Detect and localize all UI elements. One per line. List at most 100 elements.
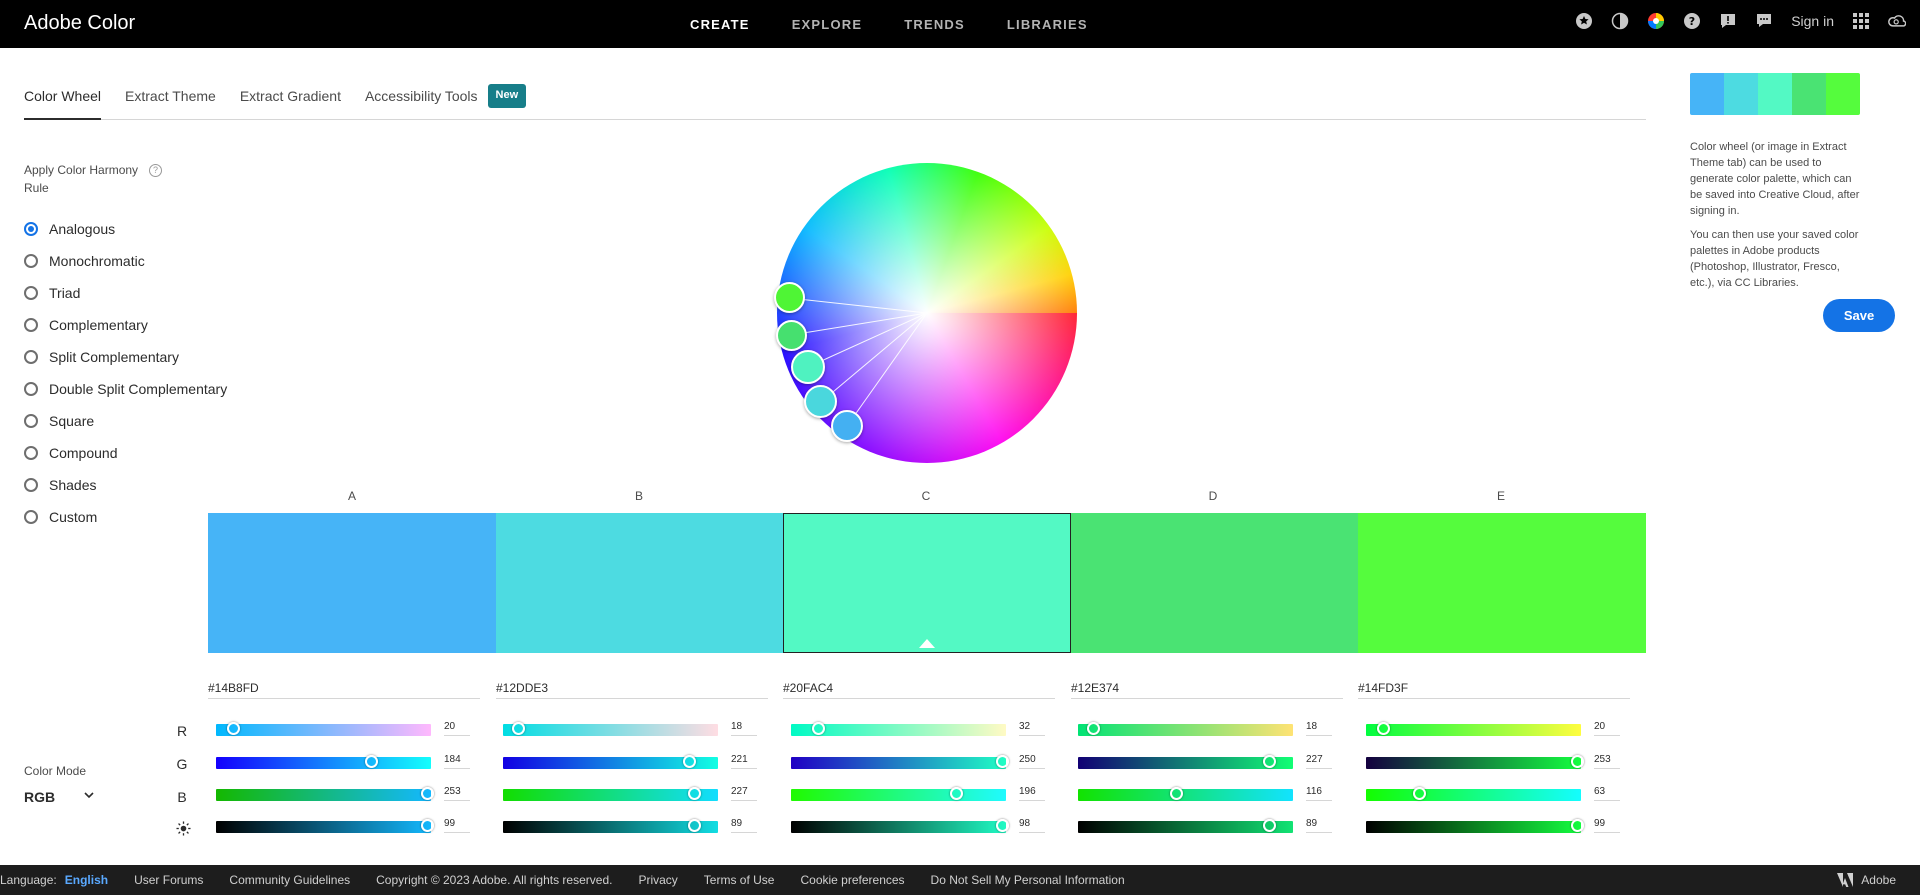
footer-link-terms[interactable]: Terms of Use xyxy=(704,873,775,887)
slider-handle-g-b[interactable] xyxy=(683,755,697,768)
feedback-icon[interactable] xyxy=(1719,12,1737,30)
slider-g-a[interactable] xyxy=(216,755,431,769)
slider-handle-g-c[interactable] xyxy=(995,755,1009,768)
radio[interactable] xyxy=(24,414,38,428)
footer-link-do-not-sell[interactable]: Do Not Sell My Personal Information xyxy=(931,873,1125,887)
slider-brightness-b[interactable] xyxy=(503,819,718,833)
slider-handle-brightness-e[interactable] xyxy=(1570,819,1584,832)
radio-selected[interactable] xyxy=(24,222,38,236)
value-b-d[interactable]: 116 xyxy=(1306,786,1332,801)
value-b-c[interactable]: 196 xyxy=(1019,786,1045,801)
wheel-handle-a[interactable] xyxy=(831,410,863,442)
slider-b-d[interactable] xyxy=(1078,787,1293,801)
value-brightness-b[interactable]: 89 xyxy=(731,818,757,833)
slider-r-e[interactable] xyxy=(1366,722,1581,736)
color-wheel[interactable] xyxy=(774,163,1077,463)
slider-handle-r-b[interactable] xyxy=(512,722,526,735)
slider-brightness-e[interactable] xyxy=(1366,819,1584,833)
rule-compound[interactable]: Compound xyxy=(24,437,227,469)
value-g-c[interactable]: 250 xyxy=(1019,754,1045,769)
radio[interactable] xyxy=(24,286,38,300)
slider-handle-b-a[interactable] xyxy=(420,787,434,800)
slider-handle-brightness-c[interactable] xyxy=(995,819,1009,832)
chat-icon[interactable] xyxy=(1755,12,1773,30)
rule-analogous[interactable]: Analogous xyxy=(24,213,227,245)
nav-libraries[interactable]: LIBRARIES xyxy=(1007,17,1088,32)
tab-extract-theme[interactable]: Extract Theme xyxy=(125,84,216,118)
wheel-handle-c[interactable] xyxy=(791,350,825,384)
radio[interactable] xyxy=(24,510,38,524)
slider-brightness-d[interactable] xyxy=(1078,819,1293,833)
footer-link-user-forums[interactable]: User Forums xyxy=(134,873,203,887)
swatch-c-selected[interactable] xyxy=(783,513,1071,653)
wheel-handle-e[interactable] xyxy=(774,282,805,313)
hex-input-e[interactable]: #14FD3F xyxy=(1358,681,1630,699)
nav-explore[interactable]: EXPLORE xyxy=(792,17,863,32)
color-mode-select[interactable]: RGB xyxy=(24,789,55,805)
slider-handle-g-e[interactable] xyxy=(1570,755,1584,768)
slider-handle-b-e[interactable] xyxy=(1413,787,1427,800)
value-r-a[interactable]: 20 xyxy=(444,721,470,736)
value-r-e[interactable]: 20 xyxy=(1594,721,1620,736)
slider-g-d[interactable] xyxy=(1078,755,1293,769)
slider-r-c[interactable] xyxy=(791,722,1006,736)
radio[interactable] xyxy=(24,382,38,396)
slider-brightness-c[interactable] xyxy=(791,819,1009,833)
slider-handle-b-c[interactable] xyxy=(950,787,964,800)
brand-title[interactable]: Adobe Color xyxy=(24,12,135,35)
radio[interactable] xyxy=(24,446,38,460)
sign-in-link[interactable]: Sign in xyxy=(1791,13,1834,29)
slider-b-b[interactable] xyxy=(503,787,718,801)
slider-handle-brightness-b[interactable] xyxy=(688,819,702,832)
value-g-b[interactable]: 221 xyxy=(731,754,757,769)
slider-handle-brightness-a[interactable] xyxy=(420,819,434,832)
value-g-d[interactable]: 227 xyxy=(1306,754,1332,769)
color-wheel-icon[interactable] xyxy=(1647,12,1665,30)
slider-b-c[interactable] xyxy=(791,787,1006,801)
value-r-d[interactable]: 18 xyxy=(1306,721,1332,736)
value-g-a[interactable]: 184 xyxy=(444,754,470,769)
rule-square[interactable]: Square xyxy=(24,405,227,437)
value-b-b[interactable]: 227 xyxy=(731,786,757,801)
rule-monochromatic[interactable]: Monochromatic xyxy=(24,245,227,277)
slider-g-b[interactable] xyxy=(503,755,718,769)
slider-handle-r-e[interactable] xyxy=(1376,722,1390,735)
rule-shades[interactable]: Shades xyxy=(24,469,227,501)
save-button[interactable]: Save xyxy=(1823,299,1895,332)
slider-r-b[interactable] xyxy=(503,722,718,736)
radio[interactable] xyxy=(24,254,38,268)
language-selector[interactable]: English xyxy=(65,873,108,887)
slider-brightness-a[interactable] xyxy=(216,819,434,833)
rule-triad[interactable]: Triad xyxy=(24,277,227,309)
slider-handle-g-a[interactable] xyxy=(365,755,379,768)
value-g-e[interactable]: 253 xyxy=(1594,754,1620,769)
help-icon[interactable]: ? xyxy=(1683,12,1701,30)
hex-input-c[interactable]: #20FAC4 xyxy=(783,681,1055,699)
contrast-icon[interactable] xyxy=(1611,12,1629,30)
slider-handle-b-d[interactable] xyxy=(1169,787,1183,800)
hex-input-d[interactable]: #12E374 xyxy=(1071,681,1343,699)
swatch-d[interactable] xyxy=(1071,513,1358,653)
nav-trends[interactable]: TRENDS xyxy=(904,17,965,32)
value-b-e[interactable]: 63 xyxy=(1594,786,1620,801)
swatch-b[interactable] xyxy=(496,513,783,653)
slider-r-d[interactable] xyxy=(1078,722,1293,736)
hex-input-a[interactable]: #14B8FD xyxy=(208,681,480,699)
slider-handle-r-d[interactable] xyxy=(1087,722,1101,735)
rule-split-complementary[interactable]: Split Complementary xyxy=(24,341,227,373)
hex-input-b[interactable]: #12DDE3 xyxy=(496,681,768,699)
swatch-e[interactable] xyxy=(1358,513,1646,653)
radio[interactable] xyxy=(24,350,38,364)
radio[interactable] xyxy=(24,478,38,492)
value-brightness-d[interactable]: 89 xyxy=(1306,818,1332,833)
footer-link-privacy[interactable]: Privacy xyxy=(638,873,677,887)
star-icon[interactable] xyxy=(1575,12,1593,30)
tab-color-wheel[interactable]: Color Wheel xyxy=(24,84,102,120)
slider-handle-g-d[interactable] xyxy=(1263,755,1277,768)
slider-b-e[interactable] xyxy=(1366,787,1581,801)
creative-cloud-icon[interactable] xyxy=(1888,12,1906,30)
help-icon[interactable]: ? xyxy=(149,164,162,177)
value-r-b[interactable]: 18 xyxy=(731,721,757,736)
footer-link-community-guidelines[interactable]: Community Guidelines xyxy=(229,873,350,887)
slider-handle-r-a[interactable] xyxy=(226,722,240,735)
